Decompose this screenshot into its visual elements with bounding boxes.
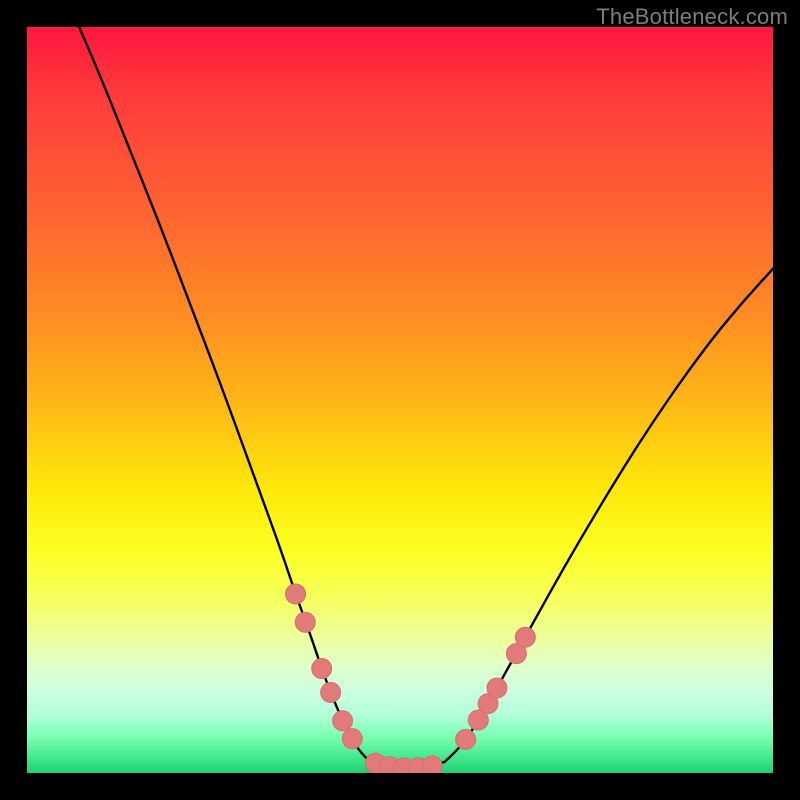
marker-dot	[487, 678, 507, 698]
marker-dot	[295, 612, 315, 632]
marker-dot	[342, 729, 362, 749]
marker-dot	[286, 584, 306, 604]
marker-dot	[333, 711, 353, 731]
marker-dot	[456, 729, 476, 749]
plot-area	[27, 27, 773, 773]
chart-container: TheBottleneck.com	[0, 0, 800, 800]
marker-dot	[312, 659, 332, 679]
marker-dot	[515, 627, 535, 647]
chart-svg	[27, 27, 773, 773]
watermark-text: TheBottleneck.com	[596, 4, 788, 30]
markers-group	[286, 584, 536, 773]
marker-dot	[321, 682, 341, 702]
curve-left-path	[79, 27, 370, 762]
marker-dot	[422, 756, 442, 773]
